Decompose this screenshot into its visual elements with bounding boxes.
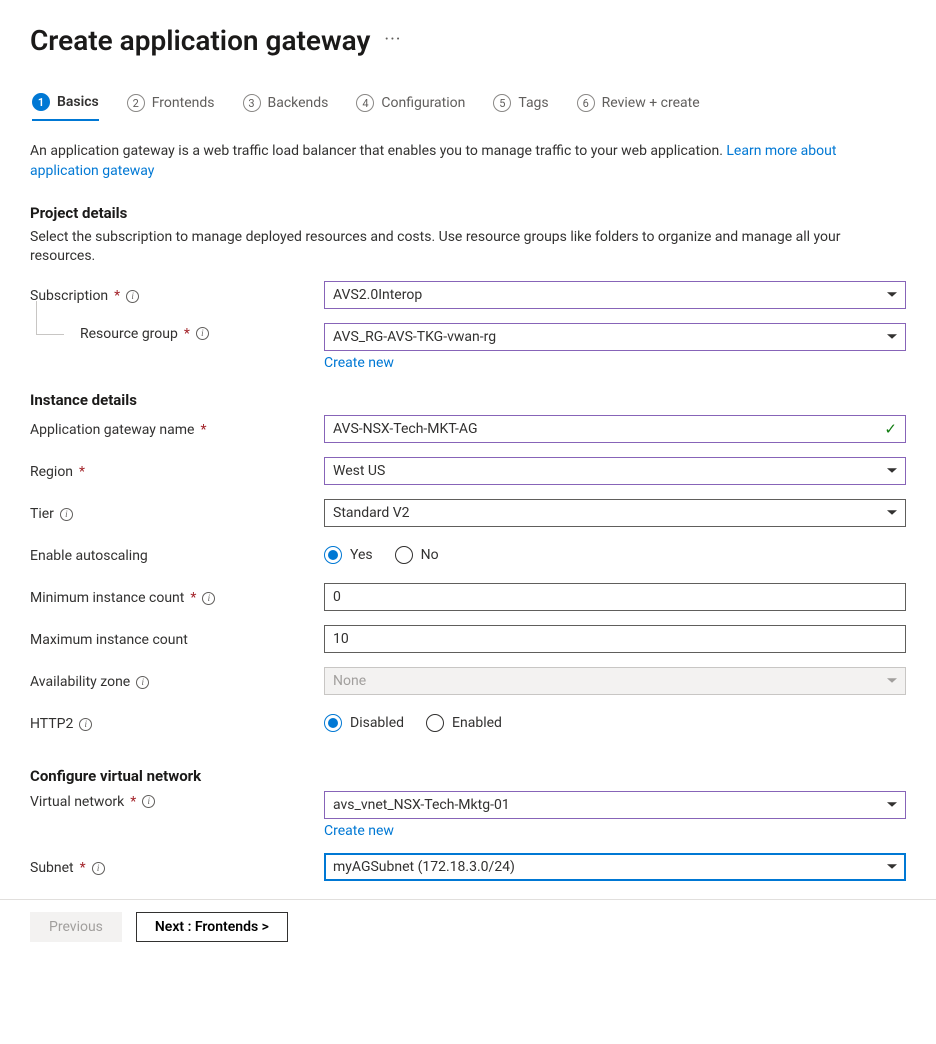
autoscale-yes-radio[interactable]: Yes [324, 546, 373, 564]
tab-label: Backends [268, 95, 329, 111]
required-asterisk: * [79, 464, 85, 480]
more-icon[interactable]: ··· [384, 29, 401, 52]
radio-label: Disabled [350, 715, 404, 731]
info-icon[interactable]: i [136, 676, 149, 689]
info-icon[interactable]: i [142, 795, 155, 808]
resource-group-value: AVS_RG-AVS-TKG-vwan-rg [333, 329, 496, 345]
min-instance-value: 0 [333, 589, 341, 605]
radio-icon [395, 546, 413, 564]
tab-number: 5 [493, 94, 511, 112]
chevron-down-icon [887, 511, 897, 516]
subscription-value: AVS2.0Interop [333, 287, 422, 303]
chevron-down-icon [887, 293, 897, 298]
previous-button: Previous [30, 912, 122, 942]
tab-label: Tags [518, 95, 548, 111]
tab-number: 6 [577, 94, 595, 112]
region-label: Region [30, 464, 73, 480]
tab-review-create[interactable]: 6 Review + create [577, 93, 700, 121]
region-select[interactable]: West US [324, 457, 906, 485]
info-icon[interactable]: i [202, 592, 215, 605]
tab-number: 2 [127, 94, 145, 112]
min-instance-label: Minimum instance count [30, 590, 184, 606]
chevron-down-icon [887, 679, 897, 684]
chevron-down-icon [887, 803, 897, 808]
http2-radio-group: Disabled Enabled [324, 709, 906, 737]
tree-elbow-icon [36, 301, 64, 335]
info-icon[interactable]: i [196, 327, 209, 340]
required-asterisk: * [114, 288, 120, 304]
section-vnet: Configure virtual network [30, 767, 906, 785]
availability-zone-label: Availability zone [30, 674, 130, 690]
radio-icon [426, 714, 444, 732]
autoscale-no-radio[interactable]: No [395, 546, 439, 564]
next-button[interactable]: Next : Frontends > [136, 912, 288, 942]
info-icon[interactable]: i [79, 718, 92, 731]
info-icon[interactable]: i [60, 508, 73, 521]
autoscale-label: Enable autoscaling [30, 548, 148, 564]
min-instance-input[interactable]: 0 [324, 583, 906, 611]
app-gateway-name-value: AVS-NSX-Tech-MKT-AG [333, 421, 478, 437]
radio-label: No [421, 547, 439, 563]
required-asterisk: * [200, 422, 206, 438]
tab-tags[interactable]: 5 Tags [493, 93, 548, 121]
section-project-details: Project details [30, 204, 906, 222]
http2-disabled-radio[interactable]: Disabled [324, 714, 404, 732]
app-gateway-name-input[interactable]: AVS-NSX-Tech-MKT-AG ✓ [324, 415, 906, 443]
required-asterisk: * [190, 590, 196, 606]
section-instance-details: Instance details [30, 391, 906, 409]
info-icon[interactable]: i [92, 862, 105, 875]
tier-value: Standard V2 [333, 505, 410, 521]
chevron-down-icon [887, 865, 897, 870]
radio-label: Enabled [452, 715, 502, 731]
max-instance-value: 10 [333, 631, 349, 647]
wizard-tabs: 1 Basics 2 Frontends 3 Backends 4 Config… [30, 93, 906, 121]
tab-frontends[interactable]: 2 Frontends [127, 93, 215, 121]
http2-label: HTTP2 [30, 716, 73, 732]
tab-basics[interactable]: 1 Basics [32, 93, 99, 121]
resource-group-label: Resource group [80, 326, 178, 342]
tab-label: Basics [57, 94, 99, 110]
info-icon[interactable]: i [126, 290, 139, 303]
tab-label: Review + create [602, 95, 700, 111]
availability-zone-value: None [333, 673, 366, 689]
required-asterisk: * [80, 860, 86, 876]
tab-backends[interactable]: 3 Backends [243, 93, 329, 121]
tab-number: 3 [243, 94, 261, 112]
tier-select[interactable]: Standard V2 [324, 499, 906, 527]
max-instance-input[interactable]: 10 [324, 625, 906, 653]
subnet-select[interactable]: myAGSubnet (172.18.3.0/24) [324, 853, 906, 881]
tab-configuration[interactable]: 4 Configuration [356, 93, 465, 121]
project-desc: Select the subscription to manage deploy… [30, 228, 906, 267]
tab-label: Configuration [381, 95, 465, 111]
radio-icon [324, 714, 342, 732]
radio-icon [324, 546, 342, 564]
subnet-value: myAGSubnet (172.18.3.0/24) [333, 859, 515, 875]
max-instance-label: Maximum instance count [30, 632, 188, 648]
create-new-vnet-link[interactable]: Create new [324, 823, 394, 839]
page-title: Create application gateway [30, 24, 370, 57]
autoscale-radio-group: Yes No [324, 541, 906, 569]
required-asterisk: * [184, 326, 190, 342]
subscription-select[interactable]: AVS2.0Interop [324, 281, 906, 309]
tier-label: Tier [30, 506, 54, 522]
http2-enabled-radio[interactable]: Enabled [426, 714, 502, 732]
vnet-label: Virtual network [30, 794, 124, 810]
chevron-down-icon [887, 469, 897, 474]
resource-group-select[interactable]: AVS_RG-AVS-TKG-vwan-rg [324, 323, 906, 351]
required-asterisk: * [130, 794, 136, 810]
vnet-value: avs_vnet_NSX-Tech-Mktg-01 [333, 797, 510, 813]
vnet-select[interactable]: avs_vnet_NSX-Tech-Mktg-01 [324, 791, 906, 819]
app-gateway-name-label: Application gateway name [30, 422, 194, 438]
availability-zone-select: None [324, 667, 906, 695]
intro-text: An application gateway is a web traffic … [30, 141, 906, 182]
tab-label: Frontends [152, 95, 215, 111]
tab-number: 1 [32, 93, 50, 111]
subnet-label: Subnet [30, 860, 74, 876]
checkmark-icon: ✓ [884, 420, 897, 438]
chevron-down-icon [887, 335, 897, 340]
region-value: West US [333, 463, 385, 479]
radio-label: Yes [350, 547, 373, 563]
create-new-resource-group-link[interactable]: Create new [324, 355, 394, 371]
tab-number: 4 [356, 94, 374, 112]
